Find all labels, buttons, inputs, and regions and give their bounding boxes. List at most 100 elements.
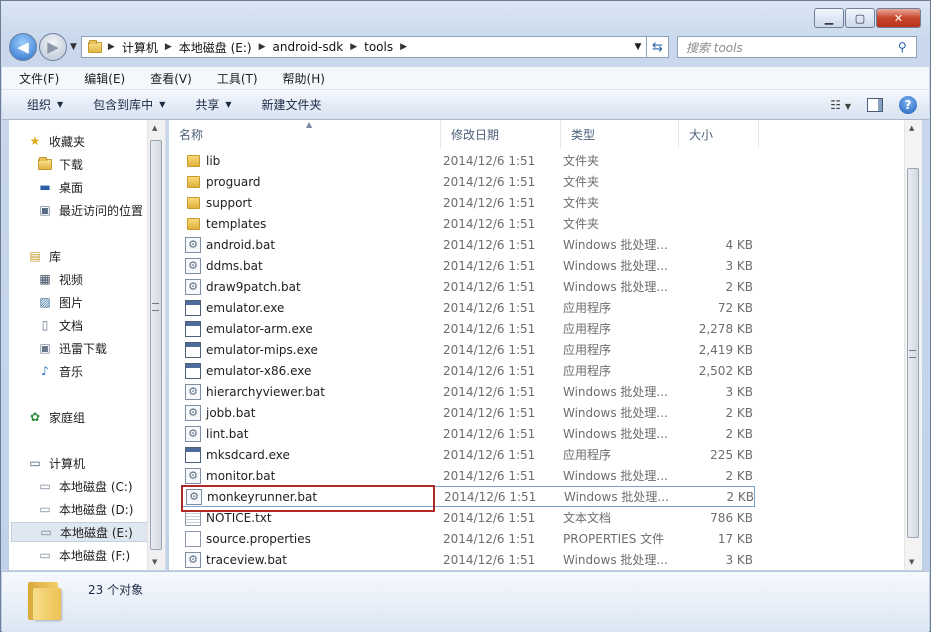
nav-item-videos[interactable]: ▦ 视频 [37, 269, 83, 289]
file-row[interactable]: emulator.exe 2014/12/6 1:51 应用程序 72 KB [181, 297, 755, 318]
refresh-button[interactable]: ⇆ [646, 36, 669, 58]
file-type: 文件夹 [563, 196, 600, 210]
file-row[interactable]: jobb.bat 2014/12/6 1:51 Windows 批处理... 2 KB [181, 402, 755, 423]
pictures-icon: ▨ [39, 295, 51, 309]
breadcrumb-drive-e[interactable]: 本地磁盘 (E:) [174, 39, 257, 56]
maximize-button[interactable]: ▢ [845, 8, 875, 28]
nav-scrollbar[interactable]: ▲ ▼ [147, 120, 165, 570]
file-row[interactable]: mksdcard.exe 2014/12/6 1:51 应用程序 225 KB [181, 444, 755, 465]
file-size: 3 KB [725, 384, 753, 399]
nav-item-recent-places[interactable]: ▣ 最近访问的位置 [37, 200, 143, 220]
file-row[interactable]: proguard 2014/12/6 1:51 文件夹 [181, 171, 755, 192]
file-row[interactable]: emulator-arm.exe 2014/12/6 1:51 应用程序 2,278 … [181, 318, 755, 339]
column-name[interactable]: 名称 [169, 120, 441, 148]
organize-button[interactable]: 组织 ▼ [2, 96, 77, 113]
scroll-up-icon: ▲ [909, 124, 915, 132]
scroll-down-icon: ▼ [152, 558, 158, 566]
nav-computer[interactable]: ▭ 计算机 [27, 453, 85, 473]
file-row[interactable]: lint.bat 2014/12/6 1:51 Windows 批处理... 2 KB [181, 423, 755, 444]
nav-item-xunlei-downloads[interactable]: ▣ 迅雷下载 [37, 338, 107, 358]
file-size: 786 KB [710, 510, 753, 525]
file-row[interactable]: emulator-x86.exe 2014/12/6 1:51 应用程序 2,502 … [181, 360, 755, 381]
file-row[interactable]: ddms.bat 2014/12/6 1:51 Windows 批处理... 3 KB [181, 255, 755, 276]
file-size: 2,419 KB [698, 342, 753, 357]
address-bar[interactable]: ▶ 计算机 ▶ 本地磁盘 (E:) ▶ android-sdk ▶ tools … [80, 36, 647, 58]
file-row[interactable]: android.bat 2014/12/6 1:51 Windows 批处理... 4… [181, 234, 755, 255]
file-name: emulator-arm.exe [206, 321, 313, 336]
breadcrumb-computer[interactable]: 计算机 [117, 39, 163, 56]
file-name: support [206, 195, 253, 210]
file-name: templates [206, 216, 267, 231]
nav-homegroup[interactable]: ✿ 家庭组 [27, 407, 85, 427]
file-list-scrollbar[interactable]: ▲ ▼ [904, 120, 922, 570]
column-type[interactable]: 类型 [561, 120, 679, 148]
file-row[interactable]: monitor.bat 2014/12/6 1:51 Windows 批处理... 2… [181, 465, 755, 486]
file-row[interactable]: templates 2014/12/6 1:51 文件夹 [181, 213, 755, 234]
nav-scroll-thumb[interactable] [150, 140, 162, 550]
column-date-modified[interactable]: 修改日期 [441, 120, 561, 148]
nav-libraries[interactable]: ▤ 库 [27, 246, 61, 266]
file-name: source.properties [206, 531, 311, 546]
new-folder-button[interactable]: 新建文件夹 [246, 96, 336, 113]
breadcrumb-separator-icon[interactable]: ▶ [348, 42, 359, 52]
breadcrumb-android-sdk[interactable]: android-sdk [268, 40, 349, 54]
forward-button[interactable]: ▶ [39, 33, 67, 61]
folder-icon [185, 174, 201, 190]
file-type: 应用程序 [563, 364, 612, 378]
file-size: 17 KB [717, 531, 753, 546]
nav-item-downloads[interactable]: 下载 [37, 154, 83, 174]
menu-edit[interactable]: 编辑(E) [67, 70, 133, 87]
file-row[interactable]: hierarchyviewer.bat 2014/12/6 1:51 Windows… [181, 381, 755, 402]
breadcrumb-separator-icon[interactable]: ▶ [398, 42, 409, 52]
file-row[interactable]: traceview.bat 2014/12/6 1:51 Windows 批处理..… [181, 549, 755, 570]
close-button[interactable]: ✕ [876, 8, 921, 28]
menu-tools[interactable]: 工具(T) [200, 70, 266, 87]
file-row[interactable]: draw9patch.bat 2014/12/6 1:51 Windows 批处理.… [181, 276, 755, 297]
file-name-cell: source.properties [181, 530, 443, 547]
drive-icon: ▭ [40, 525, 52, 539]
breadcrumb-separator-icon[interactable]: ▶ [163, 42, 174, 52]
nav-item-drive-c[interactable]: ▭ 本地磁盘 (C:) [37, 476, 132, 496]
nav-item-documents[interactable]: ▯ 文档 [37, 315, 83, 335]
recent-pages-dropdown-icon[interactable]: ▼ [70, 42, 77, 52]
menu-help[interactable]: 帮助(H) [266, 70, 333, 87]
file-date: 2014/12/6 1:51 [443, 510, 536, 525]
preview-pane-icon[interactable] [867, 97, 883, 112]
column-size[interactable]: 大小 [679, 120, 759, 148]
refresh-icon: ⇆ [651, 39, 663, 55]
breadcrumb-separator-icon[interactable]: ▶ [106, 42, 117, 52]
nav-favorites[interactable]: ★ 收藏夹 [27, 131, 85, 151]
minimize-button[interactable]: ▁ [814, 8, 844, 28]
address-dropdown-icon[interactable]: ▼ [630, 42, 646, 52]
menu-view[interactable]: 查看(V) [133, 70, 200, 87]
nav-item-drive-d[interactable]: ▭ 本地磁盘 (D:) [37, 499, 133, 519]
share-button[interactable]: 共享 ▼ [179, 96, 245, 113]
file-name-cell: hierarchyviewer.bat [181, 383, 443, 400]
folder-icon [185, 153, 201, 169]
file-row[interactable]: lib 2014/12/6 1:51 文件夹 [181, 150, 755, 171]
search-input[interactable]: 搜索 tools ⚲ [676, 36, 917, 58]
file-name-cell: lib [181, 153, 443, 169]
breadcrumb-tools[interactable]: tools [359, 40, 398, 54]
file-row[interactable]: source.properties 2014/12/6 1:51 PROPERTIE… [181, 528, 755, 549]
file-name: ddms.bat [206, 258, 263, 273]
nav-item-desktop[interactable]: ▬ 桌面 [37, 177, 83, 197]
nav-item-music[interactable]: ♪ 音乐 [37, 361, 83, 381]
nav-item-drive-f[interactable]: ▭ 本地磁盘 (F:) [37, 545, 130, 565]
batch-file-icon [185, 467, 201, 484]
file-date: 2014/12/6 1:51 [443, 153, 536, 168]
menu-file[interactable]: 文件(F) [2, 70, 67, 87]
search-icon[interactable]: ⚲ [898, 40, 916, 54]
nav-item-pictures[interactable]: ▨ 图片 [37, 292, 83, 312]
application-icon [185, 446, 201, 463]
file-type: Windows 批处理... [564, 490, 669, 504]
view-options-icon[interactable]: ☷ ▼ [830, 98, 851, 112]
file-name-cell: emulator-mips.exe [181, 341, 443, 358]
file-row[interactable]: emulator-mips.exe 2014/12/6 1:51 应用程序 2,419… [181, 339, 755, 360]
help-icon[interactable]: ? [899, 95, 917, 114]
breadcrumb-separator-icon[interactable]: ▶ [257, 42, 268, 52]
back-button[interactable]: ◀ [9, 33, 37, 61]
nav-item-drive-e[interactable]: ▭ 本地磁盘 (E:) [11, 522, 149, 542]
include-in-library-button[interactable]: 包含到库中 ▼ [77, 96, 179, 113]
file-row[interactable]: support 2014/12/6 1:51 文件夹 [181, 192, 755, 213]
